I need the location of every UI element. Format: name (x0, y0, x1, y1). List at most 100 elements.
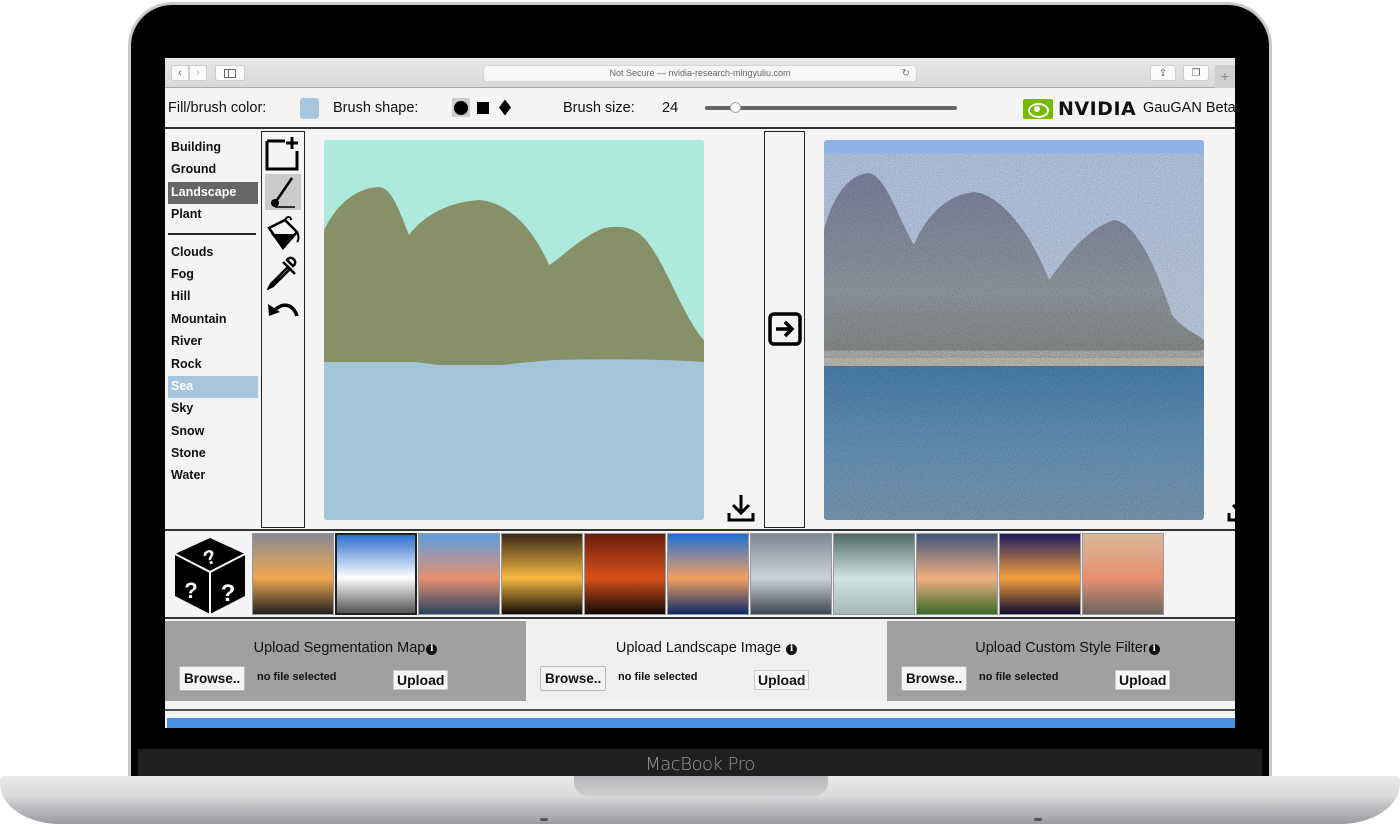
browse-button[interactable]: Browse.. (901, 666, 968, 691)
label-item-mountain[interactable]: Mountain (168, 309, 258, 331)
sidebar-toggle-button[interactable] (215, 65, 245, 81)
app-toolbar: Fill/brush color: Brush shape: Brush siz… (165, 89, 1235, 129)
brush-shape-label: Brush shape: (333, 100, 419, 116)
label-item-plant[interactable]: Plant (168, 204, 258, 226)
brush-shape-diamond[interactable] (496, 98, 514, 117)
sidebar-icon (224, 68, 236, 78)
upload-button[interactable]: Upload (1115, 670, 1171, 690)
brush-shape-square[interactable] (474, 98, 492, 117)
base-notch (574, 776, 828, 796)
style-thumbnail-grey-beach[interactable] (750, 533, 832, 615)
label-item-fog[interactable]: Fog (168, 264, 258, 286)
brush-shape-circle[interactable] (452, 98, 470, 117)
chevron-right-icon: › (196, 67, 200, 79)
style-thumbnail-pink-clouds[interactable] (916, 533, 998, 615)
tab-overview-button[interactable]: ❐ (1183, 65, 1209, 81)
laptop-base (0, 776, 1400, 824)
label-item-snow[interactable]: Snow (168, 421, 258, 443)
style-selector: ? ? ? (165, 529, 1235, 619)
style-thumbnails (252, 533, 1164, 615)
style-thumbnail-red-sky[interactable] (584, 533, 666, 615)
nvidia-eye-icon (1023, 99, 1053, 119)
fill-color-label: Fill/brush color: (168, 100, 267, 116)
segmentation-canvas[interactable] (324, 140, 704, 520)
info-icon[interactable]: i (1148, 644, 1160, 655)
style-thumbnail-road-clouds[interactable] (335, 533, 417, 615)
share-icon: ⇪ (1158, 67, 1168, 79)
sea-region (324, 359, 704, 520)
browse-button[interactable]: Browse.. (179, 666, 246, 691)
spacer (165, 701, 1235, 711)
output-sea (824, 366, 1204, 520)
undo-button[interactable] (265, 294, 301, 330)
base-foot (1034, 818, 1042, 821)
download-segmentation-button[interactable] (726, 493, 756, 528)
label-item-stone[interactable]: Stone (168, 443, 258, 465)
base-foot (540, 818, 548, 821)
back-button[interactable]: ‹ (171, 65, 189, 81)
label-item-water[interactable]: Water (168, 465, 258, 487)
upload-title-text: Upload Segmentation Map (253, 640, 426, 656)
label-item-ground[interactable]: Ground (168, 159, 258, 181)
new-tab-button[interactable]: + (1215, 65, 1235, 88)
style-thumbnail-snow-moon[interactable] (833, 533, 915, 615)
reload-icon[interactable]: ↻ (902, 66, 910, 81)
file-status: no file selected (979, 671, 1059, 683)
svg-text:?: ? (221, 580, 236, 607)
tool-palette (261, 131, 305, 528)
info-icon[interactable]: i (426, 644, 438, 655)
style-thumbnail-sunset-trees[interactable] (252, 533, 334, 615)
fill-tool-button[interactable] (265, 214, 301, 250)
style-thumbnail-purple-lights[interactable] (999, 533, 1081, 615)
upload-title-text: Upload Custom Style Filter (975, 640, 1148, 656)
info-icon[interactable]: i (786, 644, 798, 655)
brush-size-slider[interactable] (705, 102, 957, 113)
upload-button[interactable]: Upload (393, 670, 449, 690)
upload-title: Upload Custom Style Filter i (887, 640, 1235, 656)
upload-title: Upload Landscape Image i (526, 640, 887, 656)
label-item-sky[interactable]: Sky (168, 398, 258, 420)
random-style-button[interactable]: ? ? ? (173, 536, 247, 616)
style-thumbnail-lake-dusk[interactable] (418, 533, 500, 615)
address-bar[interactable]: Not Secure — nvidia-research-mingyuliu.c… (483, 65, 917, 82)
forward-button[interactable]: › (189, 65, 207, 81)
fill-color-swatch[interactable] (300, 98, 319, 118)
share-button[interactable]: ⇪ (1150, 65, 1176, 81)
label-item-river[interactable]: River (168, 331, 258, 353)
style-thumbnail-calm-sea-sunset[interactable] (1082, 533, 1164, 615)
random-dice-icon: ? ? ? (174, 538, 246, 614)
label-divider (168, 232, 256, 235)
new-canvas-button[interactable] (265, 135, 301, 171)
brush-size-value: 24 (662, 100, 679, 116)
bezel-chin: MacBook Pro (138, 749, 1262, 779)
app-title: GauGAN Beta (1143, 100, 1235, 116)
upload-title: Upload Segmentation Map i (165, 640, 526, 656)
generate-button[interactable] (768, 312, 802, 351)
brand-name: NVIDIA (1058, 98, 1137, 120)
style-thumbnail-cliff-bay[interactable] (667, 533, 749, 615)
brush-tool-button[interactable] (265, 174, 301, 210)
main-workspace: Building Ground Landscape Plant Clouds Fog Hi… (165, 131, 1235, 529)
upload-panels: Upload Segmentation Map i Browse.. no file … (165, 621, 1235, 701)
arrow-right-icon (768, 312, 802, 346)
eyedropper-tool-button[interactable] (265, 254, 301, 290)
generated-image (824, 140, 1204, 520)
brush-size-label: Brush size: (563, 100, 635, 116)
label-item-clouds[interactable]: Clouds (168, 242, 258, 264)
browse-button[interactable]: Browse.. (540, 666, 607, 691)
label-item-building[interactable]: Building (168, 137, 258, 159)
label-item-rock[interactable]: Rock (168, 354, 258, 376)
upload-button[interactable]: Upload (754, 670, 810, 690)
slider-thumb[interactable] (730, 102, 742, 113)
label-item-hill[interactable]: Hill (168, 286, 258, 308)
screen: ‹ › Not Secure — nvidia-research-mingyul… (165, 58, 1235, 728)
label-item-landscape[interactable]: Landscape (168, 181, 258, 205)
file-status: no file selected (618, 671, 698, 683)
download-output-button[interactable] (1226, 493, 1235, 528)
info-banner (167, 718, 1235, 728)
eyedropper-icon (266, 256, 297, 290)
device-label: MacBook Pro (645, 753, 755, 775)
label-item-sea[interactable]: Sea (168, 375, 258, 399)
style-thumbnail-golden-sunset[interactable] (501, 533, 583, 615)
circle-icon (454, 100, 468, 115)
